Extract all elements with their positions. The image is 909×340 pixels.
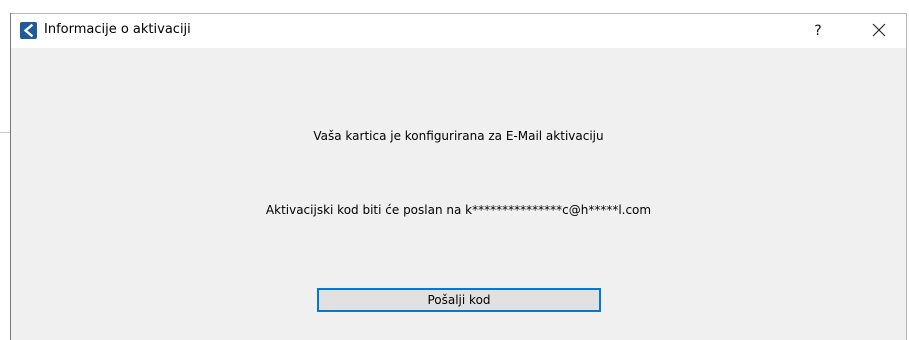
dialog-content: Vaša kartica je konfigurirana za E-Mail … (11, 48, 906, 340)
close-button[interactable] (857, 14, 901, 48)
activation-info-dialog: Informacije o aktivaciji ? Vaša kartica … (10, 13, 907, 340)
help-button[interactable]: ? (801, 14, 835, 48)
send-code-button[interactable]: Pošalji kod (317, 288, 601, 312)
code-destination-message: Aktivacijski kod biti će poslan na k****… (265, 203, 652, 217)
window-title: Informacije o aktivaciji (44, 22, 191, 37)
title-bar: Informacije o aktivaciji ? (11, 13, 906, 48)
configuration-message: Vaša kartica je konfigurirana za E-Mail … (313, 129, 604, 143)
app-logo-icon (20, 22, 37, 39)
close-icon (872, 22, 886, 41)
background-divider (0, 132, 10, 133)
